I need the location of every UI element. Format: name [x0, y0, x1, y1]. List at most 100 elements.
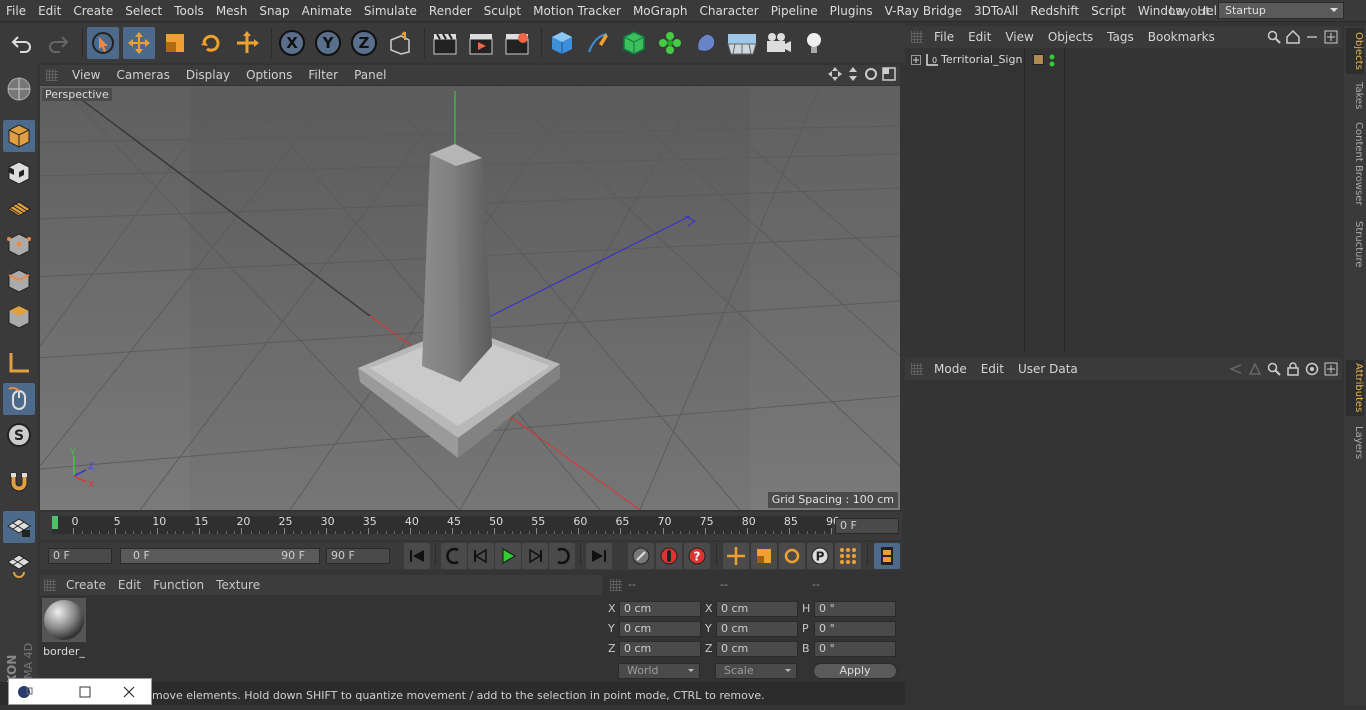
apply-button[interactable]: Apply — [813, 663, 897, 679]
pos-z-field[interactable]: 0 cm — [619, 641, 701, 657]
x-axis-lock-button[interactable]: X — [276, 27, 308, 59]
goto-start-button[interactable] — [404, 543, 430, 569]
obj-menu-objects[interactable]: Objects — [1041, 30, 1100, 44]
menu-plugins[interactable]: Plugins — [824, 0, 879, 22]
obj-menu-bookmarks[interactable]: Bookmarks — [1141, 30, 1222, 44]
key-position-button[interactable] — [723, 543, 749, 569]
attr-menu-mode[interactable]: Mode — [927, 362, 974, 376]
target-icon[interactable] — [1305, 362, 1319, 376]
vp-menu-filter[interactable]: Filter — [300, 68, 346, 82]
layout-dropdown[interactable]: Startup — [1218, 2, 1344, 19]
render-to-picture-viewer-button[interactable] — [465, 27, 497, 59]
menu-edit[interactable]: Edit — [32, 0, 67, 22]
menu-3dtoall[interactable]: 3DToAll — [968, 0, 1024, 22]
goto-end-button[interactable] — [586, 543, 612, 569]
next-frame-button[interactable] — [522, 543, 548, 569]
redo-button[interactable] — [42, 27, 74, 59]
current-frame-field[interactable]: 0 F — [835, 518, 899, 534]
object-row[interactable]: 0 Territorial_Sign — [909, 52, 1339, 70]
move-tool-button[interactable] — [123, 27, 155, 59]
new-panel-icon[interactable] — [1324, 30, 1338, 44]
menu-mograph[interactable]: MoGraph — [627, 0, 694, 22]
maximize-view-icon[interactable] — [882, 67, 896, 81]
menu-snap[interactable]: Snap — [253, 0, 295, 22]
size-z-field[interactable]: 0 cm — [716, 641, 798, 657]
rot-h-field[interactable]: 0 ° — [814, 601, 896, 617]
tab-attributes[interactable]: Attributes — [1346, 360, 1364, 416]
vp-menu-display[interactable]: Display — [178, 68, 238, 82]
menu-select[interactable]: Select — [119, 0, 168, 22]
add-cube-button[interactable] — [546, 27, 578, 59]
render-view-button[interactable] — [429, 27, 461, 59]
frame-range-slider[interactable]: 0 F 90 F — [120, 548, 320, 564]
search-icon[interactable] — [1267, 362, 1281, 376]
workplane-lock-button[interactable] — [3, 511, 35, 543]
subdivision-surface-button[interactable] — [618, 27, 650, 59]
size-x-field[interactable]: 0 cm — [716, 601, 798, 617]
mat-menu-function[interactable]: Function — [147, 578, 210, 592]
solo-button[interactable]: S — [3, 419, 35, 451]
prev-frame-button[interactable] — [468, 543, 494, 569]
rot-b-field[interactable]: 0 ° — [814, 641, 896, 657]
menu-pipeline[interactable]: Pipeline — [765, 0, 824, 22]
vp-menu-cameras[interactable]: Cameras — [108, 68, 177, 82]
prev-keyframe-button[interactable] — [441, 543, 467, 569]
record-active-objects-button[interactable] — [628, 543, 654, 569]
timeline-window-button[interactable] — [874, 543, 900, 569]
make-editable-button[interactable] — [3, 73, 35, 105]
axis-mode-button[interactable] — [3, 347, 35, 379]
key-scale-button[interactable] — [751, 543, 777, 569]
minimized-window-tab[interactable] — [8, 678, 152, 705]
tab-layers[interactable]: Layers — [1346, 424, 1364, 462]
size-mode-dropdown[interactable]: Scale — [715, 663, 797, 679]
tab-objects[interactable]: Objects — [1346, 28, 1364, 74]
rot-p-field[interactable]: 0 ° — [814, 621, 896, 637]
key-pla-button[interactable] — [835, 543, 861, 569]
mat-menu-edit[interactable]: Edit — [112, 578, 147, 592]
z-axis-lock-button[interactable]: Z — [348, 27, 380, 59]
menu-mesh[interactable]: Mesh — [210, 0, 254, 22]
floor-button[interactable] — [726, 27, 758, 59]
model-mode-button[interactable] — [3, 120, 35, 152]
pos-x-field[interactable]: 0 cm — [619, 601, 701, 617]
vp-menu-options[interactable]: Options — [238, 68, 300, 82]
obj-menu-file[interactable]: File — [927, 30, 961, 44]
rotate-tool-button[interactable] — [195, 27, 227, 59]
size-y-field[interactable]: 0 cm — [716, 621, 798, 637]
edge-mode-button[interactable] — [3, 265, 35, 297]
menu-vray-bridge[interactable]: V-Ray Bridge — [879, 0, 968, 22]
pos-y-field[interactable]: 0 cm — [619, 621, 701, 637]
scale-tool-button[interactable] — [159, 27, 191, 59]
menu-file[interactable]: File — [0, 0, 32, 22]
menu-render[interactable]: Render — [423, 0, 478, 22]
pen-spline-button[interactable] — [582, 27, 614, 59]
tab-takes[interactable]: Takes — [1346, 80, 1364, 112]
light-button[interactable] — [798, 27, 830, 59]
mat-menu-texture[interactable]: Texture — [210, 578, 266, 592]
link-icon[interactable] — [1305, 30, 1319, 44]
back-arrow-icon[interactable] — [1229, 362, 1243, 376]
attr-menu-edit[interactable]: Edit — [974, 362, 1011, 376]
deformer-button[interactable] — [690, 27, 722, 59]
maximize-icon[interactable] — [79, 686, 91, 698]
obj-menu-edit[interactable]: Edit — [961, 30, 998, 44]
menu-animate[interactable]: Animate — [296, 0, 358, 22]
playhead[interactable] — [52, 516, 58, 529]
rotate-view-icon[interactable] — [864, 67, 878, 81]
workplane-snap-button[interactable] — [3, 549, 35, 581]
obj-menu-tags[interactable]: Tags — [1100, 30, 1141, 44]
lock-icon[interactable] — [1286, 362, 1300, 376]
search-icon[interactable] — [1267, 30, 1281, 44]
menu-motion-tracker[interactable]: Motion Tracker — [527, 0, 627, 22]
key-parameter-button[interactable]: P — [807, 543, 833, 569]
mat-menu-create[interactable]: Create — [60, 578, 112, 592]
workplane-mode-button[interactable] — [3, 193, 35, 225]
timeline-ruler[interactable]: 0 5 10 15 20 25 30 35 40 45 50 55 60 65 70 75 80 85 90 0 F — [40, 512, 902, 540]
tab-structure[interactable]: Structure — [1346, 218, 1364, 270]
key-rotation-button[interactable] — [779, 543, 805, 569]
texture-mode-button[interactable] — [3, 157, 35, 189]
menu-redshift[interactable]: Redshift — [1024, 0, 1085, 22]
transform-tool-button[interactable] — [231, 27, 263, 59]
material-swatch[interactable]: border_ — [42, 598, 86, 658]
render-settings-button[interactable] — [501, 27, 533, 59]
